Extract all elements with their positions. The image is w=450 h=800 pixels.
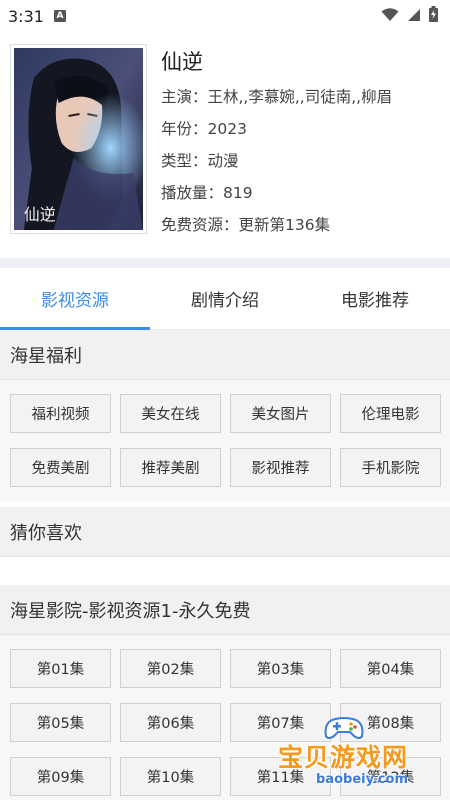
wifi-icon bbox=[381, 7, 399, 26]
episode-button[interactable]: 第11集 bbox=[230, 757, 331, 796]
poster-calligraphy: 仙逆 bbox=[24, 205, 56, 224]
episode-button[interactable]: 第08集 bbox=[340, 703, 441, 742]
tab-bar: 影视资源 剧情介绍 电影推荐 bbox=[0, 268, 450, 330]
welfare-button[interactable]: 免费美剧 bbox=[10, 448, 111, 487]
movie-poster[interactable]: 仙逆 bbox=[10, 44, 147, 234]
episode-button[interactable]: 第12集 bbox=[340, 757, 441, 796]
tab-recommend[interactable]: 电影推荐 bbox=[300, 268, 450, 329]
gap bbox=[0, 557, 450, 585]
battery-icon bbox=[429, 6, 438, 26]
episode-grid: 第01集 第02集 第03集 第04集 第05集 第06集 第07集 第08集 … bbox=[0, 635, 450, 800]
movie-cast: 主演：王林,,李慕婉,,司徒南,,柳眉 bbox=[161, 88, 393, 106]
tab-active-indicator bbox=[0, 327, 150, 330]
tab-plot[interactable]: 剧情介绍 bbox=[150, 268, 300, 329]
movie-genre: 类型：动漫 bbox=[161, 152, 239, 170]
episode-button[interactable]: 第09集 bbox=[10, 757, 111, 796]
movie-free-resource: 免费资源：更新第136集 bbox=[161, 216, 331, 234]
episode-button[interactable]: 第03集 bbox=[230, 649, 331, 688]
welfare-grid: 福利视频 美女在线 美女图片 伦理电影 免费美剧 推荐美剧 影视推荐 手机影院 bbox=[0, 380, 450, 501]
episode-button[interactable]: 第04集 bbox=[340, 649, 441, 688]
movie-plays: 播放量：819 bbox=[161, 184, 253, 202]
welfare-button[interactable]: 手机影院 bbox=[340, 448, 441, 487]
episode-button[interactable]: 第02集 bbox=[120, 649, 221, 688]
episode-button[interactable]: 第01集 bbox=[10, 649, 111, 688]
movie-info: 仙逆 主演：王林,,李慕婉,,司徒南,,柳眉 年份：2023 类型：动漫 播放量… bbox=[161, 44, 392, 236]
episode-button[interactable]: 第10集 bbox=[120, 757, 221, 796]
welfare-section: 海星福利 福利视频 美女在线 美女图片 伦理电影 免费美剧 推荐美剧 影视推荐 … bbox=[0, 330, 450, 501]
welfare-button[interactable]: 美女在线 bbox=[120, 394, 221, 433]
welfare-button[interactable]: 伦理电影 bbox=[340, 394, 441, 433]
welfare-button[interactable]: 推荐美剧 bbox=[120, 448, 221, 487]
tab-resources[interactable]: 影视资源 bbox=[0, 268, 150, 329]
divider bbox=[0, 258, 450, 268]
welfare-button[interactable]: 美女图片 bbox=[230, 394, 331, 433]
movie-year: 年份：2023 bbox=[161, 120, 247, 138]
movie-title: 仙逆 bbox=[161, 50, 203, 74]
signal-icon bbox=[407, 7, 421, 26]
notification-icon: A bbox=[53, 10, 66, 22]
source-section: 海星影院-影视资源1-永久免费 第01集 第02集 第03集 第04集 第05集… bbox=[0, 585, 450, 800]
welfare-button[interactable]: 影视推荐 bbox=[230, 448, 331, 487]
episode-button[interactable]: 第07集 bbox=[230, 703, 331, 742]
episode-button[interactable]: 第05集 bbox=[10, 703, 111, 742]
status-bar: 3:31 A bbox=[0, 0, 450, 32]
episode-button[interactable]: 第06集 bbox=[120, 703, 221, 742]
source-heading: 海星影院-影视资源1-永久免费 bbox=[0, 585, 450, 635]
guess-section: 猜你喜欢 bbox=[0, 507, 450, 557]
welfare-heading: 海星福利 bbox=[0, 330, 450, 380]
welfare-button[interactable]: 福利视频 bbox=[10, 394, 111, 433]
movie-header: 仙逆 仙逆 主演：王林,,李慕婉,,司徒南,,柳眉 年份：2023 类型：动漫 … bbox=[0, 32, 450, 258]
clock: 3:31 bbox=[8, 6, 44, 26]
guess-heading: 猜你喜欢 bbox=[0, 507, 450, 557]
